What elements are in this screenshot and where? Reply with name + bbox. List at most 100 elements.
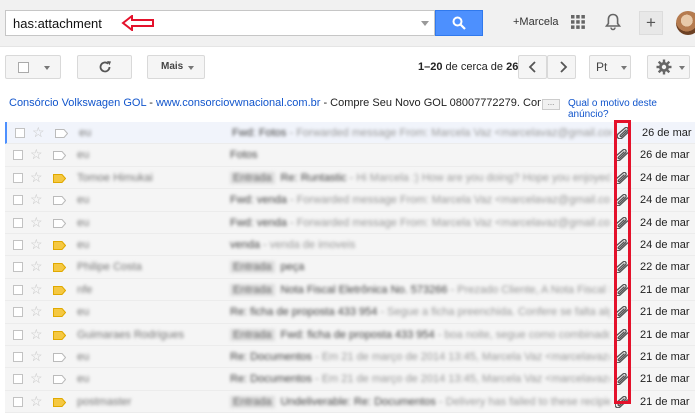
message-sender: Guimaraes Rodrigues	[77, 328, 184, 341]
star-icon[interactable]: ☆	[30, 394, 43, 408]
user-profile-link[interactable]: +Marcela	[513, 16, 559, 28]
search-input[interactable]: has:attachment	[5, 10, 435, 36]
message-subject-line: Entrada Undeliverable: Re: Documentos - D…	[230, 395, 610, 408]
ad-title-link[interactable]: Consórcio Volkswagen GOL	[9, 97, 146, 109]
importance-marker-icon[interactable]	[53, 375, 66, 385]
row-checkbox[interactable]	[13, 374, 23, 385]
message-snippet: - Forwarded message From: Marcela Vaz <m…	[289, 127, 612, 139]
message-label-badge[interactable]: Entrada	[230, 283, 275, 296]
importance-marker-icon[interactable]	[53, 308, 66, 318]
message-row[interactable]: ☆ eu Fotos 26 de mar	[5, 144, 695, 167]
row-checkbox[interactable]	[13, 351, 23, 362]
sponsored-ad-line: Consórcio Volkswagen GOL - www.consorcio…	[0, 92, 695, 120]
row-checkbox[interactable]	[13, 217, 23, 228]
star-icon[interactable]: ☆	[30, 147, 43, 161]
pagination-middle: de cerca de	[442, 61, 507, 73]
input-language-button[interactable]: Pt	[589, 55, 631, 79]
select-checkbox[interactable]	[18, 62, 29, 73]
attachment-column-highlight	[614, 120, 631, 404]
avatar[interactable]	[676, 11, 695, 35]
message-row[interactable]: ☆ eu venda - venda de imoveis 24 de mar	[5, 233, 695, 257]
chevron-down-icon	[679, 66, 685, 70]
message-row[interactable]: ☆ nfe Entrada Nota Fiscal Eletrônica No. 57…	[5, 278, 695, 302]
row-checkbox[interactable]	[13, 195, 23, 206]
search-query-text: has:attachment	[13, 16, 102, 31]
more-actions-button[interactable]: Mais	[147, 55, 205, 79]
row-checkbox[interactable]	[13, 172, 23, 183]
row-checkbox[interactable]	[13, 307, 23, 318]
chevron-down-icon	[188, 66, 194, 70]
ad-separator: -	[146, 97, 156, 109]
message-row[interactable]: ☆ eu Fwd: venda - Forwarded message From: …	[5, 189, 695, 212]
row-checkbox[interactable]	[13, 284, 23, 295]
ad-why-link[interactable]: Qual o motivo deste anúncio?	[568, 98, 695, 120]
row-checkbox[interactable]	[13, 396, 23, 407]
ad-expand-button[interactable]: ...	[542, 99, 560, 110]
message-label-badge[interactable]: Entrada	[230, 395, 275, 408]
star-icon[interactable]: ☆	[30, 282, 43, 296]
importance-marker-icon[interactable]	[53, 397, 66, 407]
message-row[interactable]: ☆ eu Re: Documentos - Em 21 de março de 20…	[5, 368, 695, 391]
importance-marker-icon[interactable]	[53, 218, 66, 228]
message-subject-line: Re: ficha de proposta 433 954 - Segue a …	[230, 306, 610, 318]
message-subject: Re: Runtastic	[280, 171, 347, 184]
importance-marker-icon[interactable]	[53, 173, 66, 183]
star-icon[interactable]: ☆	[30, 304, 43, 318]
star-icon[interactable]: ☆	[30, 192, 43, 206]
star-icon[interactable]: ☆	[32, 125, 45, 139]
message-subject-line: Entrada Re: Runtastic - Hi Marcela :) How…	[230, 171, 610, 184]
message-row[interactable]: ☆ Guimaraes Rodrigues Entrada Fwd: ficha de…	[5, 323, 695, 346]
star-icon[interactable]: ☆	[30, 259, 43, 273]
message-snippet: - Forwarded message From: Marcela Vaz <m…	[289, 194, 610, 207]
message-row[interactable]: ☆ eu Re: ficha de proposta 433 954 - Segue…	[5, 301, 695, 324]
search-button[interactable]	[435, 10, 483, 36]
message-row[interactable]: ☆ eu Fwd: Fotos - Forwarded message From: …	[5, 122, 695, 145]
star-icon[interactable]: ☆	[30, 215, 43, 229]
star-icon[interactable]: ☆	[30, 170, 43, 184]
importance-marker-icon[interactable]	[53, 240, 66, 250]
message-sender: eu	[77, 238, 90, 251]
star-icon[interactable]: ☆	[30, 349, 43, 363]
row-checkbox[interactable]	[13, 150, 23, 161]
message-subject-line: Entrada peça	[230, 261, 610, 274]
importance-marker-icon[interactable]	[53, 330, 66, 340]
message-sender: eu	[77, 194, 90, 207]
importance-marker-icon[interactable]	[53, 263, 66, 273]
message-row[interactable]: ☆ eu Re: Documentos - Em 21 de março de 20…	[5, 345, 695, 369]
importance-marker-icon[interactable]	[53, 352, 66, 362]
star-icon[interactable]: ☆	[30, 371, 43, 385]
message-row[interactable]: ☆ eu Fwd: venda - Forwarded message From: …	[5, 211, 695, 234]
search-options-caret[interactable]	[421, 21, 429, 26]
row-checkbox[interactable]	[13, 239, 23, 250]
importance-marker-icon[interactable]	[55, 129, 68, 138]
share-plus-button[interactable]: +	[639, 11, 663, 35]
row-checkbox[interactable]	[13, 262, 23, 273]
message-row[interactable]: ☆ Philipe Costa Entrada peça 22 de mar	[5, 256, 695, 279]
message-label-badge[interactable]: Entrada	[230, 328, 275, 341]
newer-page-button[interactable]	[518, 55, 547, 79]
star-icon[interactable]: ☆	[30, 237, 43, 251]
older-page-button[interactable]	[547, 55, 576, 79]
row-checkbox[interactable]	[15, 128, 25, 138]
importance-marker-icon[interactable]	[53, 151, 66, 161]
importance-marker-icon[interactable]	[53, 285, 66, 295]
importance-marker-icon[interactable]	[53, 196, 66, 206]
message-row[interactable]: ☆ Tomoe Himukai Entrada Re: Runtastic - Hi …	[5, 166, 695, 190]
message-label-badge[interactable]: Entrada	[230, 171, 275, 184]
message-row[interactable]: ☆ postmaster Entrada Undeliverable: Re: Doc…	[5, 390, 695, 413]
settings-button[interactable]	[647, 55, 690, 79]
bell-icon[interactable]	[605, 13, 621, 31]
message-label-badge[interactable]: Entrada	[230, 261, 275, 274]
row-checkbox[interactable]	[13, 329, 23, 340]
message-subject: Re: Documentos	[230, 373, 312, 386]
message-subject: Fotos	[230, 149, 258, 162]
star-icon[interactable]: ☆	[30, 327, 43, 341]
top-bar: has:attachment +Marcela +	[0, 0, 695, 47]
message-subject: peça	[280, 261, 305, 274]
refresh-button[interactable]	[77, 55, 132, 79]
message-subject: Fwd: venda	[230, 194, 287, 207]
ad-url-link[interactable]: www.consorciovwnacional.com.br	[156, 97, 320, 109]
select-all-button[interactable]	[5, 55, 61, 79]
apps-grid-icon[interactable]	[571, 15, 585, 29]
message-date: 21 de mar	[640, 306, 690, 319]
